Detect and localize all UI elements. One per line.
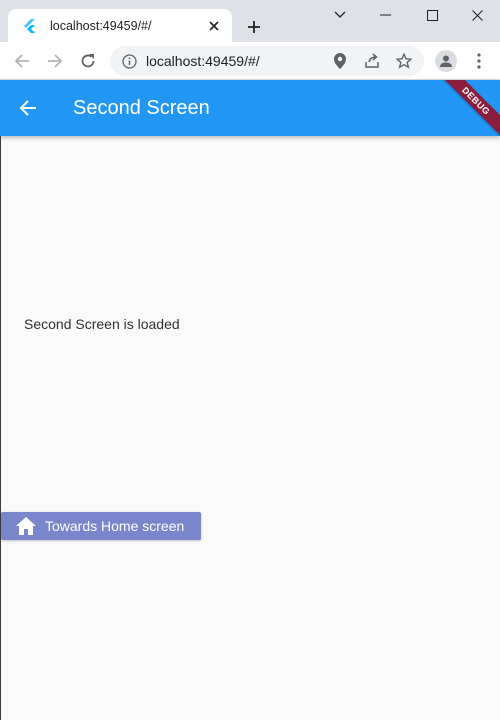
home-button-label: Towards Home screen: [45, 518, 185, 534]
forward-arrow-icon[interactable]: [43, 49, 67, 73]
debug-banner: DEBUG: [435, 80, 500, 136]
address-bar[interactable]: localhost:49459/#/: [110, 46, 424, 76]
info-icon[interactable]: [120, 52, 138, 70]
tab-title: localhost:49459/#/: [50, 18, 152, 33]
browser-toolbar: localhost:49459/#/: [0, 42, 500, 80]
url-text[interactable]: localhost:49459/#/: [146, 53, 328, 69]
window-edge: [0, 136, 1, 720]
reload-icon[interactable]: [76, 49, 100, 73]
page-title: Second Screen: [73, 97, 210, 119]
window-close-icon[interactable]: [462, 4, 492, 26]
chevron-down-icon[interactable]: [325, 4, 355, 26]
profile-avatar-icon[interactable]: [435, 50, 457, 72]
new-tab-plus-icon[interactable]: [242, 15, 266, 39]
tab-strip: localhost:49459/#/: [0, 0, 500, 42]
kebab-menu-icon[interactable]: [470, 49, 488, 73]
share-icon[interactable]: [360, 49, 384, 73]
minimize-icon[interactable]: [370, 4, 400, 26]
browser-tab[interactable]: localhost:49459/#/: [8, 9, 232, 42]
app-bar: Second Screen DEBUG: [0, 80, 500, 136]
star-icon[interactable]: [392, 49, 416, 73]
location-pin-icon[interactable]: [328, 49, 352, 73]
flutter-favicon-icon: [22, 18, 38, 34]
status-text: Second Screen is loaded: [24, 316, 180, 332]
home-icon: [15, 515, 37, 537]
arrow-back-icon[interactable]: [16, 96, 40, 120]
towards-home-button[interactable]: Towards Home screen: [1, 512, 201, 540]
close-icon[interactable]: [202, 14, 226, 38]
maximize-icon[interactable]: [417, 4, 447, 26]
back-arrow-icon[interactable]: [10, 49, 34, 73]
